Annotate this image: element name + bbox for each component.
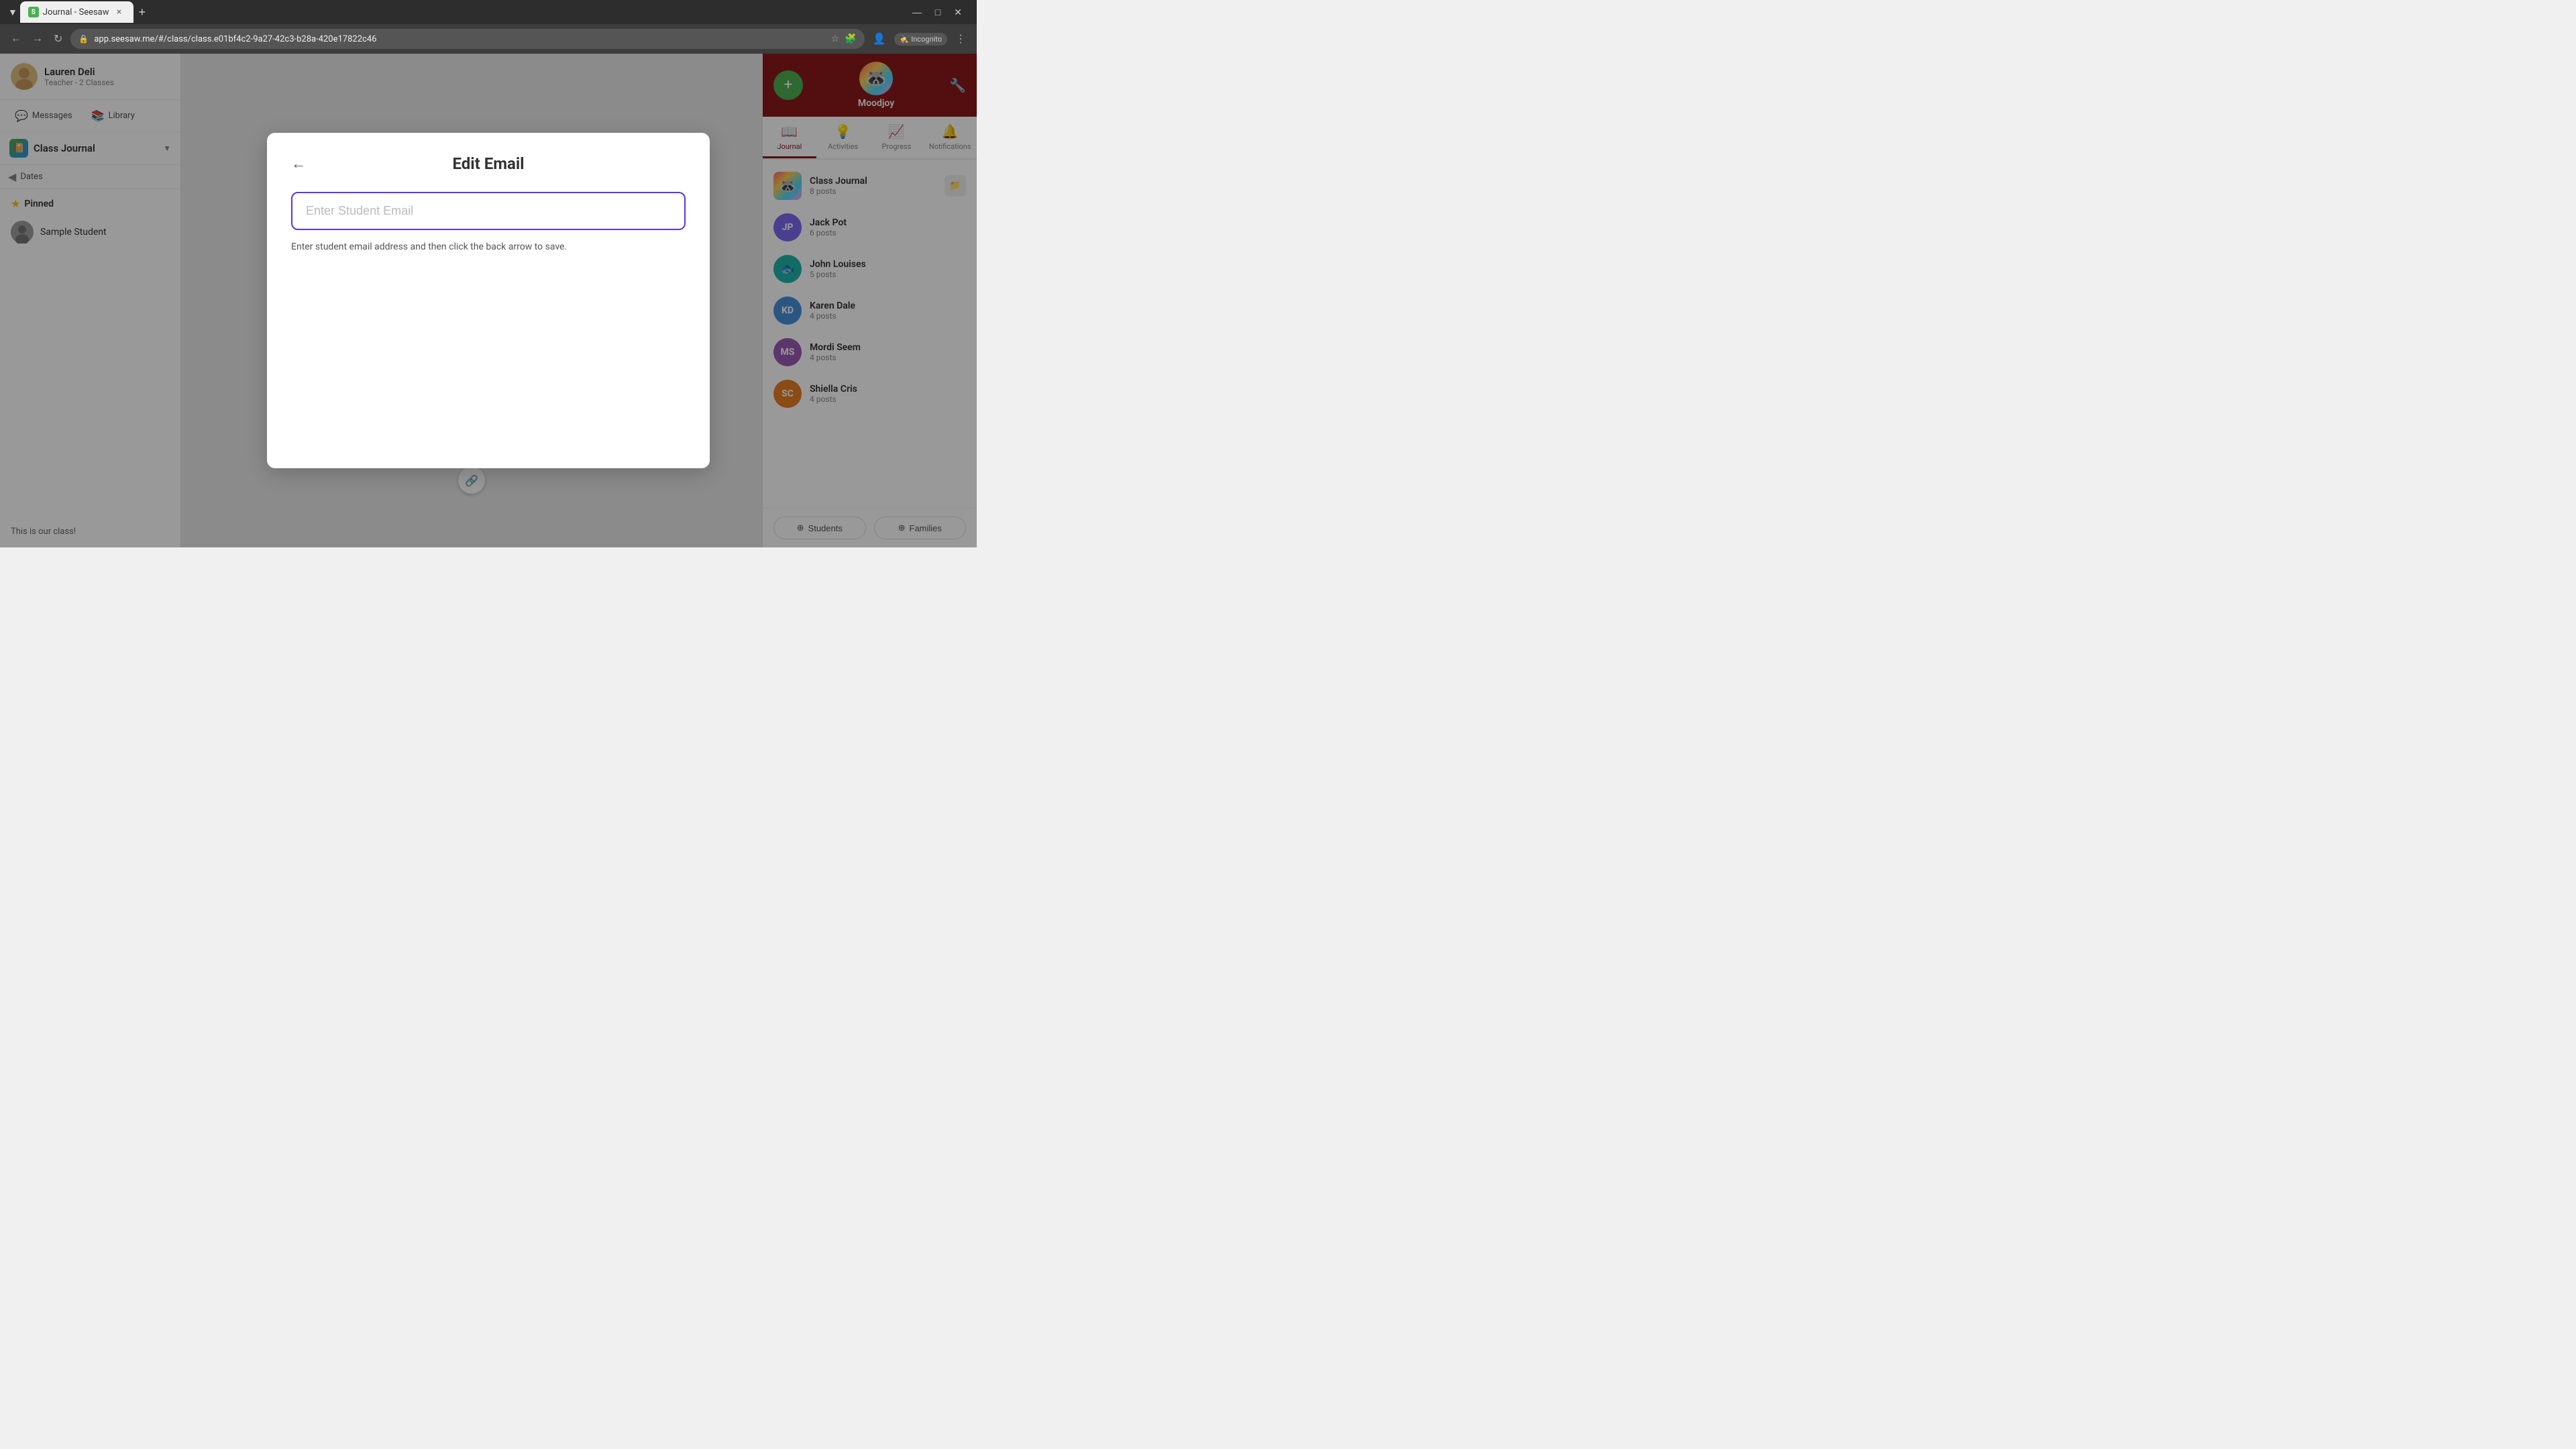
tab-bar: ▼ S Journal - Seesaw × + — □ ✕ <box>0 0 977 24</box>
incognito-icon: 🕵 <box>900 35 909 44</box>
bookmark-icon[interactable]: ☆ <box>831 34 840 44</box>
tab-title: Journal - Seesaw <box>43 7 109 17</box>
lock-icon: 🔒 <box>78 34 89 44</box>
tab-close-button[interactable]: × <box>113 6 125 18</box>
browser-chrome: ▼ S Journal - Seesaw × + — □ ✕ ← → ↻ 🔒 a… <box>0 0 977 54</box>
more-options-button[interactable]: ⋮ <box>953 30 969 48</box>
minimize-button[interactable]: — <box>908 6 926 18</box>
modal-back-button[interactable]: ← <box>291 155 306 172</box>
address-bar[interactable]: 🔒 app.seesaw.me/#/class/class.e01bf4c2-9… <box>70 29 864 49</box>
new-tab-button[interactable]: + <box>133 3 152 22</box>
reload-button[interactable]: ↻ <box>51 30 65 48</box>
modal-title: Edit Email <box>291 154 686 173</box>
tab-favicon: S <box>28 7 39 17</box>
back-nav-button[interactable]: ← <box>8 30 24 48</box>
modal-header: ← Edit Email <box>291 154 686 173</box>
address-bar-row: ← → ↻ 🔒 app.seesaw.me/#/class/class.e01b… <box>0 24 977 54</box>
incognito-badge: 🕵 Incognito <box>894 33 948 46</box>
modal-overlay[interactable]: ← Edit Email Enter student email address… <box>0 54 977 547</box>
extensions-icon[interactable]: 🧩 <box>845 34 856 44</box>
app-container: Lauren Deli Teacher - 2 Classes 💬 Messag… <box>0 54 977 547</box>
close-button[interactable]: ✕ <box>950 6 966 18</box>
profile-button[interactable]: 👤 <box>870 30 889 48</box>
modal-content: Enter student email address and then cli… <box>291 192 686 447</box>
address-url: app.seesaw.me/#/class/class.e01bf4c2-9a2… <box>94 34 825 44</box>
edit-email-modal: ← Edit Email Enter student email address… <box>267 133 710 468</box>
restore-button[interactable]: □ <box>931 6 945 18</box>
email-hint-text: Enter student email address and then cli… <box>291 241 686 254</box>
tab-list-button[interactable]: ▼ <box>5 4 20 20</box>
forward-nav-button[interactable]: → <box>30 30 46 48</box>
student-email-input[interactable] <box>291 192 686 230</box>
browser-tab[interactable]: S Journal - Seesaw × <box>20 1 133 23</box>
